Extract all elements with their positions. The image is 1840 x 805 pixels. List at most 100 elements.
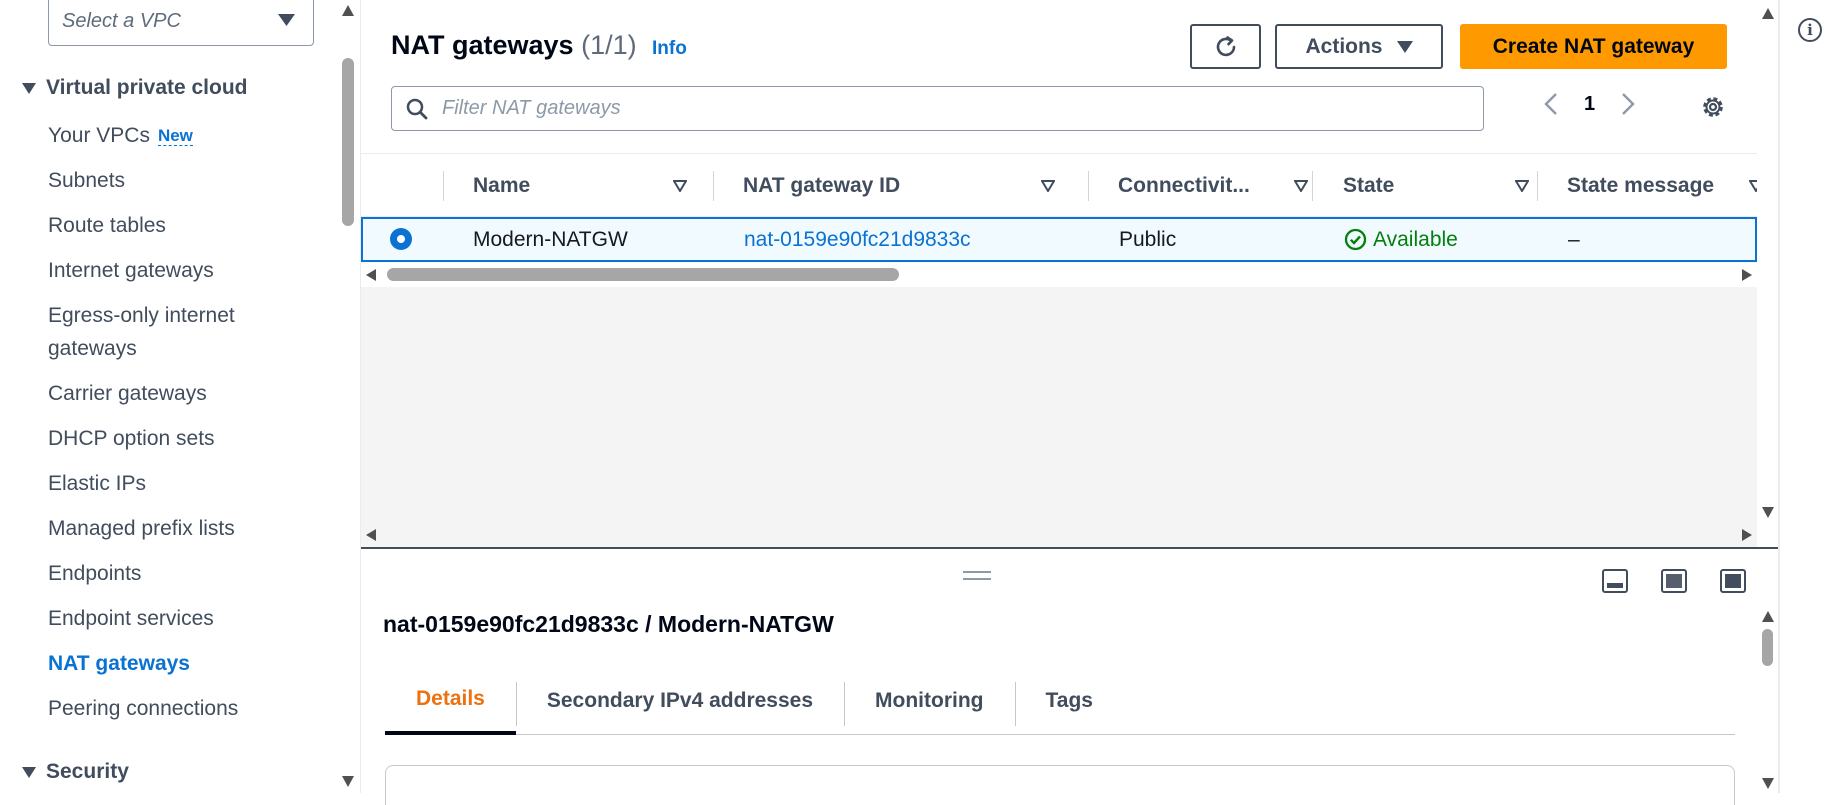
sidebar-item-your-vpcs[interactable]: Your VPCs New bbox=[48, 119, 318, 152]
caret-down-icon bbox=[22, 82, 36, 94]
section-label: Virtual private cloud bbox=[46, 76, 248, 99]
row-radio-selected[interactable] bbox=[390, 228, 412, 250]
scroll-right-arrow[interactable] bbox=[1742, 529, 1752, 541]
sort-icon[interactable] bbox=[1749, 180, 1757, 192]
sidebar-scrollbar[interactable] bbox=[337, 0, 359, 793]
panel-bottom-icon[interactable] bbox=[1602, 569, 1628, 593]
nat-gateways-table: Name NAT gateway ID Connectivit... State… bbox=[361, 153, 1757, 547]
caret-down-icon bbox=[278, 14, 295, 26]
sidebar-item-elastic-ips[interactable]: Elastic IPs bbox=[48, 467, 318, 500]
tab-monitoring[interactable]: Monitoring bbox=[844, 667, 1014, 735]
create-label: Create NAT gateway bbox=[1492, 34, 1695, 58]
scrollbar-thumb[interactable] bbox=[387, 268, 899, 281]
split-panel-scrollbar[interactable] bbox=[1757, 605, 1779, 795]
tab-tags[interactable]: Tags bbox=[1014, 667, 1124, 735]
scroll-up-arrow[interactable] bbox=[1762, 611, 1774, 622]
scroll-up-arrow[interactable] bbox=[342, 5, 354, 16]
column-label: State message bbox=[1567, 174, 1715, 197]
tab-label: Tags bbox=[1045, 689, 1093, 712]
page-title: NAT gateways (1/1) bbox=[391, 30, 637, 61]
sidebar-item-label: Peering connections bbox=[48, 697, 239, 720]
sidebar: Select a VPC Virtual private cloud Your … bbox=[0, 0, 337, 793]
scroll-down-arrow[interactable] bbox=[342, 776, 354, 787]
create-nat-gateway-button[interactable]: Create NAT gateway bbox=[1460, 24, 1727, 69]
tab-details[interactable]: Details bbox=[385, 667, 516, 735]
sidebar-item-label: Route tables bbox=[48, 214, 166, 237]
cell-state: Available bbox=[1344, 219, 1458, 260]
column-header-nat-gateway-id[interactable]: NAT gateway ID bbox=[743, 154, 1069, 218]
column-divider bbox=[1088, 171, 1089, 201]
sidebar-item-label: Managed prefix lists bbox=[48, 517, 235, 540]
sidebar-item-managed-prefix-lists[interactable]: Managed prefix lists bbox=[48, 512, 318, 545]
table-horizontal-scrollbar[interactable] bbox=[361, 263, 1757, 287]
column-divider bbox=[1312, 171, 1313, 201]
table-header: Name NAT gateway ID Connectivit... State… bbox=[361, 153, 1757, 217]
page-title-count: (1/1) bbox=[581, 30, 637, 60]
sidebar-item-label: Carrier gateways bbox=[48, 382, 207, 405]
tab-secondary-ipv4-addresses[interactable]: Secondary IPv4 addresses bbox=[515, 667, 844, 735]
sort-icon[interactable] bbox=[1294, 180, 1308, 192]
filter-box[interactable] bbox=[391, 86, 1484, 131]
table-row[interactable]: Modern-NATGW nat-0159e90fc21d9833c Publi… bbox=[361, 217, 1757, 262]
column-label: Name bbox=[473, 174, 531, 197]
sidebar-nav-list: Your VPCs New Subnets Route tables Intern… bbox=[48, 119, 318, 737]
sort-icon[interactable] bbox=[1041, 180, 1055, 192]
sidebar-item-label: Subnets bbox=[48, 169, 126, 192]
panel-side-icon[interactable] bbox=[1661, 569, 1687, 593]
sidebar-item-dhcp-option-sets[interactable]: DHCP option sets bbox=[48, 422, 318, 455]
tab-label: Monitoring bbox=[875, 689, 984, 712]
column-divider bbox=[1537, 171, 1538, 201]
column-header-state-message[interactable]: State message bbox=[1567, 154, 1757, 218]
column-label: State bbox=[1343, 174, 1395, 197]
chevron-right-icon[interactable] bbox=[1621, 92, 1635, 116]
section-virtual-private-cloud[interactable]: Virtual private cloud bbox=[22, 76, 248, 100]
column-header-connectivity[interactable]: Connectivit... bbox=[1118, 154, 1322, 218]
sidebar-item-label: Endpoints bbox=[48, 562, 142, 585]
new-badge[interactable]: New bbox=[157, 126, 193, 146]
sidebar-item-subnets[interactable]: Subnets bbox=[48, 164, 318, 197]
main-vertical-scrollbar[interactable] bbox=[1757, 0, 1779, 525]
vpc-select[interactable]: Select a VPC bbox=[48, 0, 314, 46]
page-horizontal-scrollbar[interactable] bbox=[361, 523, 1757, 547]
column-divider bbox=[713, 171, 714, 201]
column-label: NAT gateway ID bbox=[743, 174, 901, 197]
scroll-up-arrow[interactable] bbox=[1762, 8, 1774, 19]
sort-icon[interactable] bbox=[1515, 180, 1529, 192]
scroll-left-arrow[interactable] bbox=[366, 529, 376, 541]
page-number[interactable]: 1 bbox=[1584, 93, 1595, 116]
sidebar-item-egress-only-internet-gateways[interactable]: Egress-only internet gateways bbox=[48, 299, 278, 365]
resize-handle[interactable] bbox=[963, 571, 991, 580]
info-link[interactable]: Info bbox=[652, 38, 687, 60]
column-header-name[interactable]: Name bbox=[473, 154, 701, 218]
info-icon[interactable]: i bbox=[1798, 18, 1822, 42]
gear-icon[interactable] bbox=[1700, 94, 1726, 120]
scroll-left-arrow[interactable] bbox=[366, 269, 376, 281]
scroll-down-arrow[interactable] bbox=[1762, 507, 1774, 518]
scrollbar-thumb[interactable] bbox=[1762, 629, 1773, 666]
caret-down-icon bbox=[22, 766, 36, 778]
panel-full-icon[interactable] bbox=[1720, 569, 1746, 593]
tab-label: Secondary IPv4 addresses bbox=[546, 689, 814, 712]
scrollbar-thumb[interactable] bbox=[342, 58, 354, 226]
chevron-left-icon[interactable] bbox=[1544, 92, 1558, 116]
sidebar-item-internet-gateways[interactable]: Internet gateways bbox=[48, 254, 318, 287]
sidebar-item-peering-connections[interactable]: Peering connections bbox=[48, 692, 318, 725]
section-security[interactable]: Security bbox=[22, 760, 129, 784]
scroll-down-arrow[interactable] bbox=[1762, 778, 1774, 789]
scroll-right-arrow[interactable] bbox=[1742, 269, 1752, 281]
split-panel: nat-0159e90fc21d9833c / Modern-NATGW Det… bbox=[361, 547, 1779, 805]
sidebar-item-label: NAT gateways bbox=[48, 652, 190, 675]
actions-button[interactable]: Actions bbox=[1275, 24, 1443, 69]
sidebar-item-label: Internet gateways bbox=[48, 259, 214, 282]
sidebar-item-endpoint-services[interactable]: Endpoint services bbox=[48, 602, 318, 635]
sidebar-item-endpoints[interactable]: Endpoints bbox=[48, 557, 318, 590]
filter-input[interactable] bbox=[442, 97, 1442, 120]
refresh-button[interactable] bbox=[1190, 24, 1261, 69]
sidebar-item-route-tables[interactable]: Route tables bbox=[48, 209, 318, 242]
sort-icon[interactable] bbox=[673, 180, 687, 192]
sidebar-item-carrier-gateways[interactable]: Carrier gateways bbox=[48, 377, 318, 410]
sidebar-item-nat-gateways[interactable]: NAT gateways bbox=[48, 647, 318, 680]
column-header-state[interactable]: State bbox=[1343, 154, 1543, 218]
main-content: NAT gateways (1/1) Info Actions Create N… bbox=[360, 0, 1779, 805]
cell-nat-gateway-id-link[interactable]: nat-0159e90fc21d9833c bbox=[744, 219, 971, 260]
